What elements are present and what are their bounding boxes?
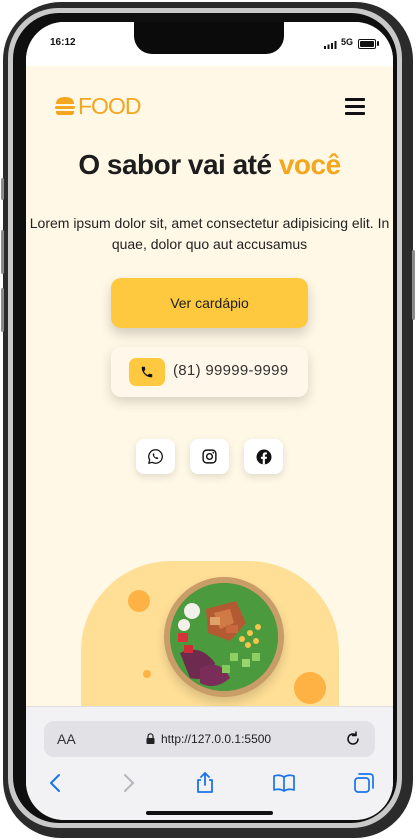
decor-dot <box>128 590 150 612</box>
forward-icon[interactable] <box>116 771 140 795</box>
battery-tip <box>377 41 379 46</box>
facebook-button[interactable] <box>244 439 283 474</box>
whatsapp-button[interactable] <box>136 439 175 474</box>
hamburger-menu-button[interactable] <box>345 98 365 115</box>
lock-icon <box>146 733 155 744</box>
url-text: http://127.0.0.1:5500 <box>161 732 272 746</box>
logo-text: FOOD <box>78 92 141 119</box>
share-icon[interactable] <box>193 771 217 795</box>
bookmarks-icon[interactable] <box>272 771 296 795</box>
phone-icon-badge <box>129 358 165 386</box>
whatsapp-icon <box>148 449 163 464</box>
logo[interactable]: FOOD <box>54 92 141 119</box>
text-size-button[interactable]: AA <box>57 731 76 747</box>
hero-description: Lorem ipsum dolor sit, amet consectetur … <box>29 215 390 252</box>
phone-icon <box>141 366 153 378</box>
silent-switch <box>1 178 4 200</box>
salad <box>170 583 278 691</box>
battery-icon <box>358 39 376 49</box>
home-indicator <box>146 811 273 815</box>
decor-dot <box>294 672 326 704</box>
reload-icon[interactable] <box>345 731 361 747</box>
back-icon[interactable] <box>44 771 68 795</box>
phone-number: (81) 99999-9999 <box>173 362 289 379</box>
hero-title-accent: você <box>278 149 341 180</box>
view-menu-button[interactable]: Ver cardápio <box>111 278 308 328</box>
power-button <box>412 250 415 320</box>
tabs-icon[interactable] <box>352 771 376 795</box>
phone-frame: 16:12 5G FOOD O sabor vai até você Lorem… <box>0 0 416 840</box>
status-time: 16:12 <box>50 37 76 48</box>
web-page: FOOD O sabor vai até você Lorem ipsum do… <box>26 66 393 807</box>
signal-icon <box>324 41 337 49</box>
instagram-button[interactable] <box>190 439 229 474</box>
decor-dot <box>143 670 151 678</box>
hero-title: O sabor vai até você <box>26 149 393 181</box>
instagram-icon <box>202 449 217 464</box>
notch <box>134 22 284 54</box>
address-bar[interactable]: AA http://127.0.0.1:5500 <box>44 721 375 757</box>
salad-bowl <box>164 577 284 697</box>
safari-toolbar: AA http://127.0.0.1:5500 <box>26 706 393 820</box>
hero-title-main: O sabor vai até <box>78 149 279 180</box>
phone-contact-button[interactable]: (81) 99999-9999 <box>111 347 308 397</box>
volume-down-button <box>1 288 4 332</box>
volume-up-button <box>1 230 4 274</box>
network-type: 5G <box>341 37 354 47</box>
phone-screen: 16:12 5G FOOD O sabor vai até você Lorem… <box>26 22 393 820</box>
burger-icon <box>55 97 75 115</box>
facebook-icon <box>256 449 271 464</box>
text-size-label: AA <box>57 731 76 747</box>
salad-illustration <box>170 583 278 691</box>
